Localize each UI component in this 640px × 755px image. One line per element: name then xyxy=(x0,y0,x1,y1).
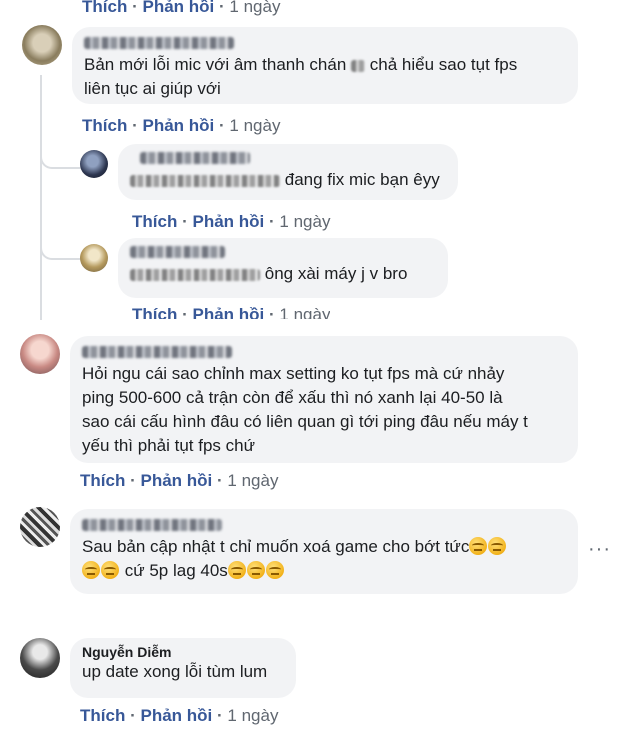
emoji-icon xyxy=(246,561,265,579)
author-name[interactable]: Nguyễn Diễm xyxy=(82,644,284,660)
author-name[interactable] xyxy=(130,148,446,168)
separator: · xyxy=(217,706,223,725)
separator: · xyxy=(132,0,138,16)
emoji-icon xyxy=(82,561,100,579)
like-link[interactable]: Thích xyxy=(80,706,125,725)
reply-connector xyxy=(40,236,82,260)
separator: · xyxy=(269,305,275,319)
emoji-icon xyxy=(227,561,246,579)
reply-link[interactable]: Phản hồi xyxy=(192,305,264,319)
like-link[interactable]: Thích xyxy=(132,305,177,319)
author-name[interactable] xyxy=(82,342,566,362)
separator: · xyxy=(132,116,138,135)
comment-bubble: Hỏi ngu cái sao chỉnh max setting ko tụt… xyxy=(70,336,578,463)
emoji-icon xyxy=(488,537,507,555)
separator: · xyxy=(182,212,188,231)
separator: · xyxy=(130,471,136,490)
comment-bubble: Nguyễn Diễm up date xong lỗi tùm lum xyxy=(70,638,296,698)
comment-text: up date xong lỗi tùm lum xyxy=(82,662,268,681)
like-link[interactable]: Thích xyxy=(82,0,127,16)
avatar[interactable] xyxy=(22,25,62,65)
more-options-icon[interactable]: ··· xyxy=(588,538,611,561)
comment-text: Hỏi ngu cái sao chỉnh max setting ko tụt… xyxy=(82,364,528,455)
reply-text: đang fix mic bạn êyy xyxy=(130,168,446,192)
emoji-icon xyxy=(469,537,488,555)
timestamp[interactable]: 1 ngày xyxy=(227,706,278,725)
comment-actions: Thích · Phản hồi · 1 ngày xyxy=(82,0,280,17)
timestamp[interactable]: 1 ngày xyxy=(229,0,280,16)
comment-text: Sau bản cập nhật t chỉ muốn xoá game cho… xyxy=(82,535,566,583)
reply-actions: Thích · Phản hồi · 1 ngày xyxy=(132,212,330,232)
separator: · xyxy=(219,116,225,135)
timestamp[interactable]: 1 ngày xyxy=(279,305,330,319)
reply-bubble: ông xài máy j v bro xyxy=(118,238,448,298)
timestamp[interactable]: 1 ngày xyxy=(229,116,280,135)
comment-actions: Thích · Phản hồi · 1 ngày xyxy=(80,471,278,491)
reply-link[interactable]: Phản hồi xyxy=(140,706,212,725)
reply-link[interactable]: Phản hồi xyxy=(142,0,214,16)
avatar[interactable] xyxy=(80,150,108,178)
author-name[interactable] xyxy=(82,515,566,535)
comment-bubble: Sau bản cập nhật t chỉ muốn xoá game cho… xyxy=(70,509,578,594)
reply-thread-line xyxy=(40,75,42,320)
reply-actions: Thích · Phản hồi · 1 ngày xyxy=(132,305,330,319)
reply-bubble: đang fix mic bạn êyy xyxy=(118,144,458,200)
timestamp[interactable]: 1 ngày xyxy=(227,471,278,490)
reply-link[interactable]: Phản hồi xyxy=(192,212,264,231)
avatar[interactable] xyxy=(20,507,60,547)
separator: · xyxy=(217,471,223,490)
avatar[interactable] xyxy=(80,244,108,272)
comment-actions: Thích · Phản hồi · 1 ngày xyxy=(82,116,280,136)
separator: · xyxy=(130,706,136,725)
comment-bubble: Bản mới lỗi mic với âm thanh chán chả hi… xyxy=(72,27,578,104)
like-link[interactable]: Thích xyxy=(132,212,177,231)
separator: · xyxy=(269,212,275,231)
like-link[interactable]: Thích xyxy=(82,116,127,135)
separator: · xyxy=(182,305,188,319)
timestamp[interactable]: 1 ngày xyxy=(279,212,330,231)
avatar[interactable] xyxy=(20,638,60,678)
author-name[interactable] xyxy=(84,33,566,53)
reply-connector xyxy=(40,145,82,169)
author-name[interactable] xyxy=(130,242,436,262)
emoji-icon xyxy=(265,561,284,579)
like-link[interactable]: Thích xyxy=(80,471,125,490)
separator: · xyxy=(219,0,225,16)
comment-actions: Thích · Phản hồi · 1 ngày xyxy=(80,706,278,726)
reply-text: ông xài máy j v bro xyxy=(130,262,436,286)
comment-text: Bản mới lỗi mic với âm thanh chán chả hi… xyxy=(84,55,518,98)
avatar[interactable] xyxy=(20,334,60,374)
reply-link[interactable]: Phản hồi xyxy=(142,116,214,135)
emoji-icon xyxy=(101,561,119,579)
reply-link[interactable]: Phản hồi xyxy=(140,471,212,490)
